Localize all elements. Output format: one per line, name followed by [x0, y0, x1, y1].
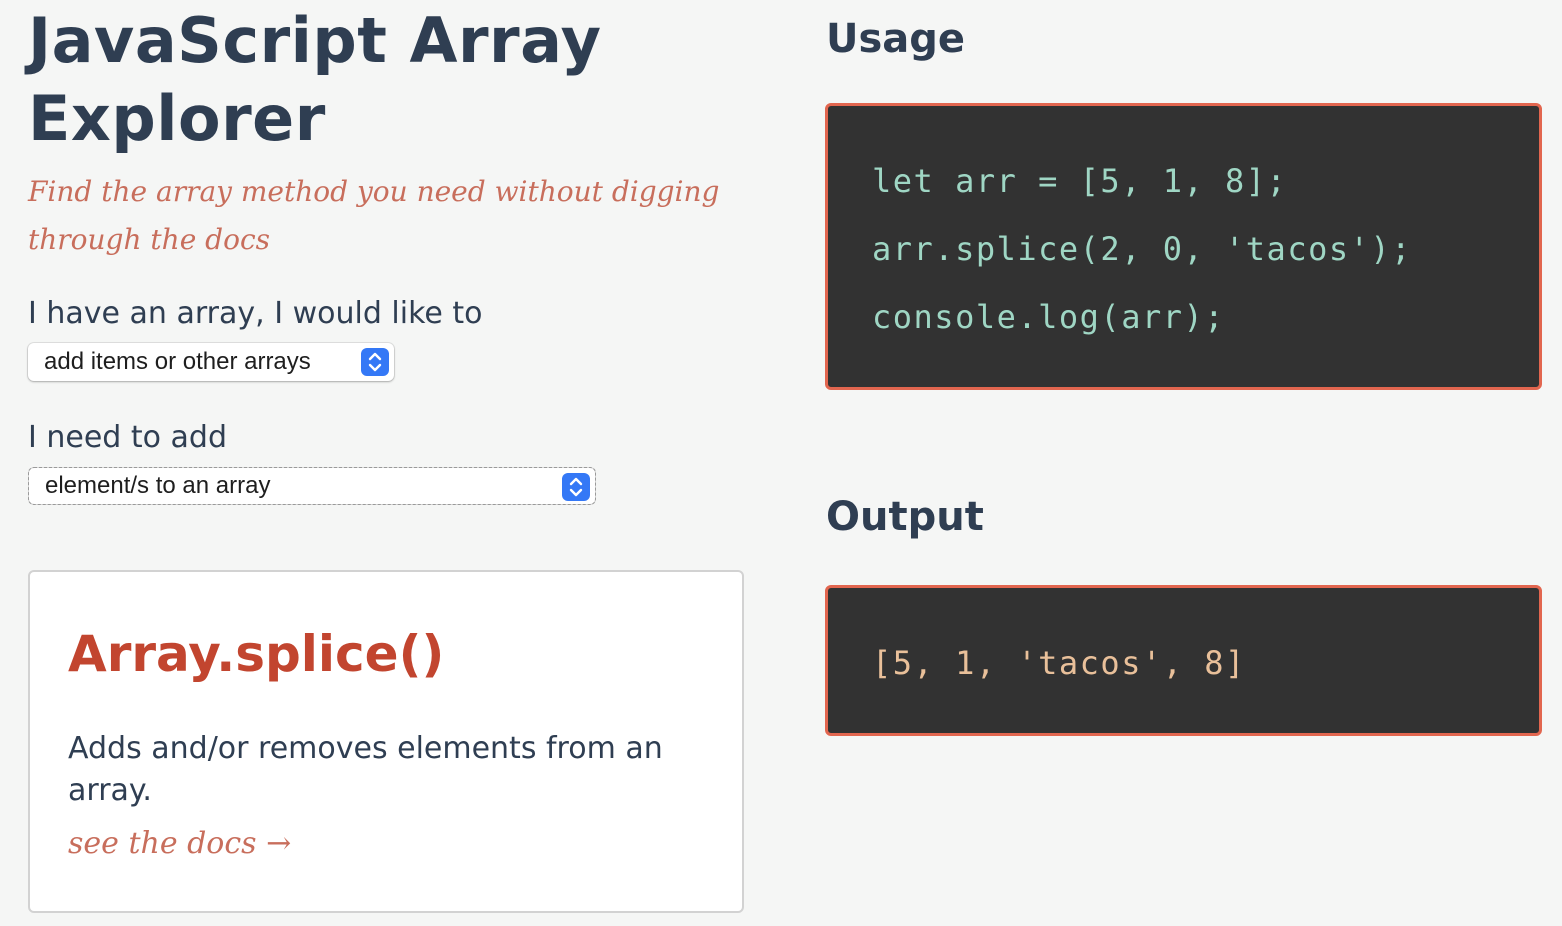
secondary-action-select-value: element/s to an array [45, 472, 271, 499]
page-title-line-2: Explorer [28, 82, 326, 155]
secondary-action-label: I need to add [28, 420, 228, 455]
usage-code-line: console.log(arr); [872, 298, 1226, 336]
output-value: [5, 1, 'tacos', 8] [872, 644, 1246, 682]
primary-action-select[interactable]: add items or other arrays [28, 343, 394, 381]
usage-heading: Usage [826, 16, 966, 62]
select-chevrons-icon [361, 348, 389, 376]
secondary-action-select[interactable]: element/s to an array [28, 467, 596, 505]
page-title-line-1: JavaScript Array [28, 4, 602, 77]
usage-code-block: let arr = [5, 1, 8]; arr.splice(2, 0, 't… [825, 103, 1542, 390]
page-title: JavaScript Array Explorer [28, 2, 768, 158]
primary-action-select-value: add items or other arrays [44, 348, 311, 375]
docs-link[interactable]: see the docs → [68, 826, 291, 861]
method-description: Adds and/or removes elements from an arr… [68, 731, 663, 808]
select-chevrons-icon [562, 473, 590, 501]
primary-action-label: I have an array, I would like to [28, 296, 483, 331]
method-name: Array.splice() [68, 625, 445, 683]
output-code-block: [5, 1, 'tacos', 8] [825, 585, 1542, 736]
usage-code-line: let arr = [5, 1, 8]; [872, 162, 1288, 200]
page-subtitle: Find the array method you need without d… [28, 175, 720, 256]
usage-code-line: arr.splice(2, 0, 'tacos'); [872, 230, 1412, 268]
output-heading: Output [826, 494, 984, 540]
